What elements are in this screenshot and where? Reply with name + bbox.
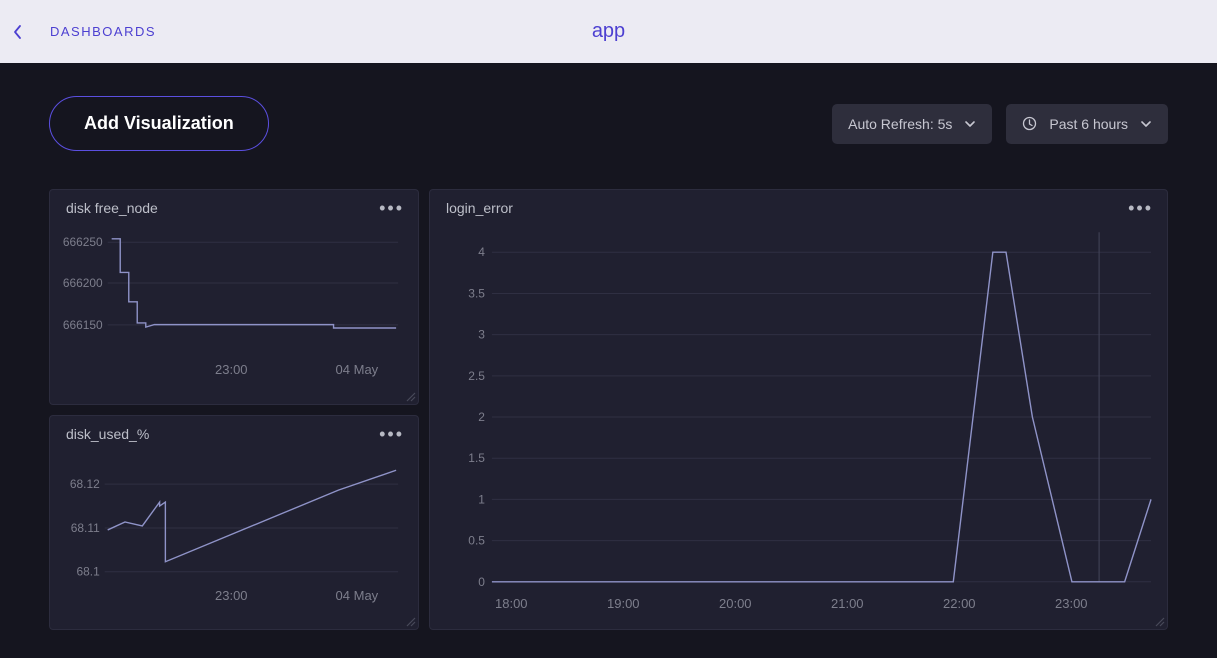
ytick: 666150 xyxy=(63,318,103,332)
breadcrumb[interactable]: DASHBOARDS xyxy=(50,24,156,39)
panel-menu-icon[interactable]: ••• xyxy=(379,430,404,438)
xtick: 19:00 xyxy=(607,596,719,611)
ytick: 3 xyxy=(478,328,485,342)
toolbar-row: Add Visualization Auto Refresh: 5s Past … xyxy=(49,96,1168,151)
ytick: 666250 xyxy=(63,235,103,249)
ytick: 68.12 xyxy=(70,477,100,491)
panel-grid: disk free_node ••• 666250 666200 666150 xyxy=(49,189,1168,630)
chevron-down-icon xyxy=(1140,120,1152,128)
time-range-dropdown[interactable]: Past 6 hours xyxy=(1006,104,1168,144)
xtick: 23:00 xyxy=(215,588,248,603)
xtick: 21:00 xyxy=(831,596,943,611)
xtick: 22:00 xyxy=(943,596,1055,611)
xtick: 23:00 xyxy=(215,362,248,377)
xtick: 20:00 xyxy=(719,596,831,611)
ytick: 68.1 xyxy=(77,565,101,579)
panel-title: login_error xyxy=(446,200,513,216)
ytick: 3.5 xyxy=(468,286,485,300)
auto-refresh-label: Auto Refresh: 5s xyxy=(848,116,952,132)
chart-login-error: 4 3.5 3 2.5 2 1.5 1 0.5 0 xyxy=(430,222,1167,592)
panel-disk-free-node: disk free_node ••• 666250 666200 666150 xyxy=(49,189,419,405)
auto-refresh-dropdown[interactable]: Auto Refresh: 5s xyxy=(832,104,992,144)
xtick: 04 May xyxy=(336,362,379,377)
ytick: 0.5 xyxy=(468,534,485,548)
clock-icon xyxy=(1022,116,1037,131)
ytick: 666200 xyxy=(63,276,103,290)
ytick: 0 xyxy=(478,575,485,589)
panel-menu-icon[interactable]: ••• xyxy=(379,204,404,212)
panel-title: disk_used_% xyxy=(66,426,149,442)
resize-handle-icon[interactable] xyxy=(404,390,416,402)
page-title: app xyxy=(592,20,625,43)
resize-handle-icon[interactable] xyxy=(404,615,416,627)
panel-login-error: login_error ••• 4 3.5 3 2.5 2 1.5 1 0.5 0 18:001… xyxy=(429,189,1168,630)
time-range-label: Past 6 hours xyxy=(1049,116,1128,132)
xtick: 23:00 xyxy=(1055,596,1167,611)
ytick: 68.11 xyxy=(71,521,100,535)
panel-disk-used-pct: disk_used_% ••• 68.12 68.11 68.1 2 xyxy=(49,415,419,630)
panel-title: disk free_node xyxy=(66,200,158,216)
panel-menu-icon[interactable]: ••• xyxy=(1128,204,1153,212)
xtick: 18:00 xyxy=(495,596,607,611)
add-visualization-button[interactable]: Add Visualization xyxy=(49,96,269,151)
xtick: 04 May xyxy=(336,588,379,603)
right-controls: Auto Refresh: 5s Past 6 hours xyxy=(832,104,1168,144)
top-bar: DASHBOARDS app xyxy=(0,0,1217,63)
ytick: 2.5 xyxy=(468,369,485,383)
chart-disk-free: 666250 666200 666150 xyxy=(50,222,418,362)
ytick: 4 xyxy=(478,245,485,259)
chevron-down-icon xyxy=(964,120,976,128)
dashboard-content: Add Visualization Auto Refresh: 5s Past … xyxy=(0,63,1217,630)
chart-disk-used: 68.12 68.11 68.1 xyxy=(50,448,418,588)
ytick: 1.5 xyxy=(468,451,485,465)
back-chevron-icon[interactable] xyxy=(8,22,28,42)
ytick: 2 xyxy=(478,410,485,424)
resize-handle-icon[interactable] xyxy=(1153,615,1165,627)
ytick: 1 xyxy=(478,492,485,506)
